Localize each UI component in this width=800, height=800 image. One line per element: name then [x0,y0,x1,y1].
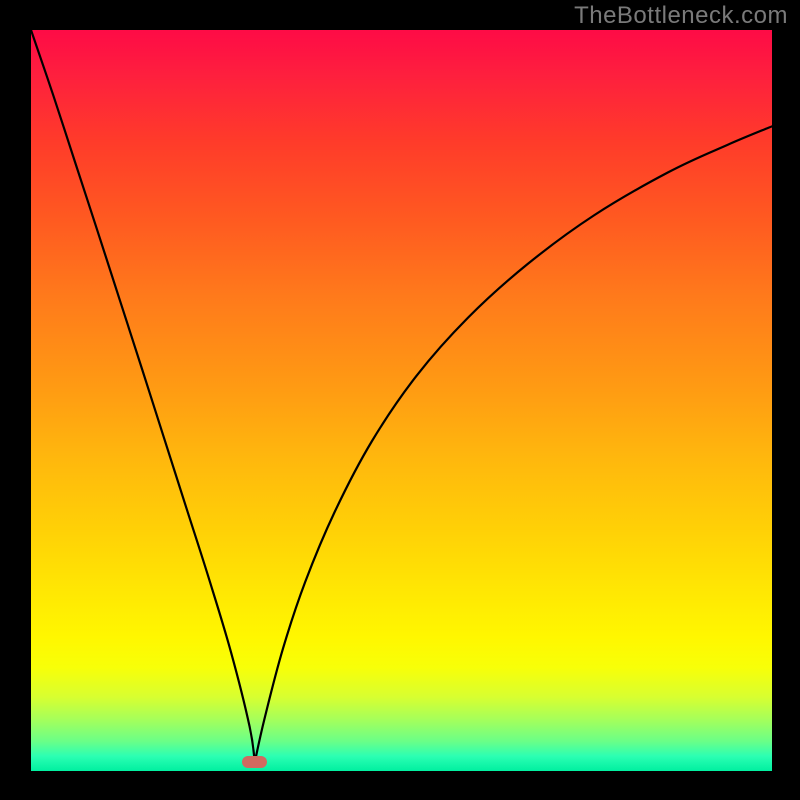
curve-svg [31,30,772,771]
trough-marker [242,756,267,768]
bottleneck-curve [31,30,772,762]
chart-container: TheBottleneck.com [0,0,800,800]
plot-area [31,30,772,771]
watermark-text: TheBottleneck.com [574,2,788,30]
